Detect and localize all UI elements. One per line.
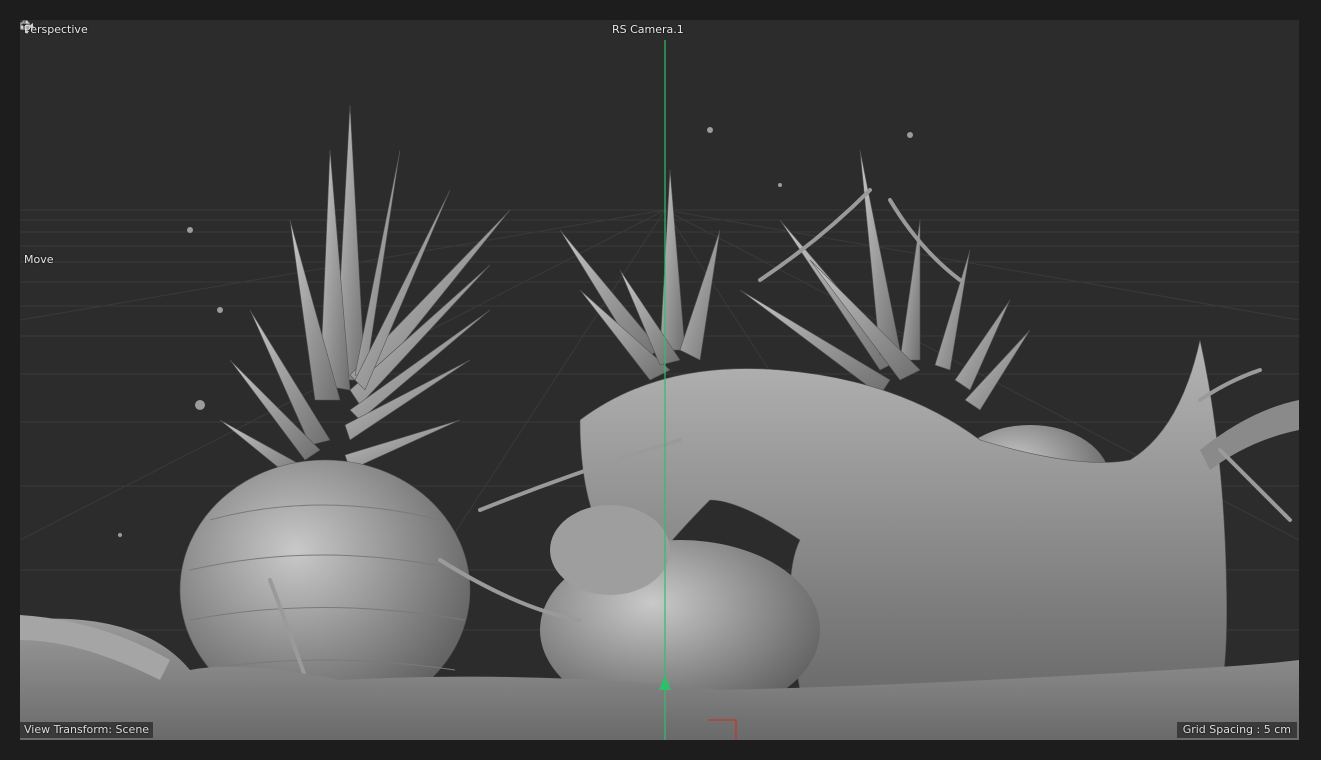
viewport-scene[interactable] [20,20,1299,740]
move-arrows-icon [20,20,34,34]
3d-viewport[interactable]: Perspective RS Camera.1 Move View Transf… [20,20,1299,740]
pineapple-back-body [550,505,670,595]
grid-spacing-label: Grid Spacing : 5 cm [1176,722,1297,738]
pineapple-left-crown [219,104,511,486]
view-transform-label: View Transform: Scene [20,722,154,738]
camera-name-label[interactable]: RS Camera.1 [612,23,684,37]
active-tool-label: Move [24,253,54,266]
